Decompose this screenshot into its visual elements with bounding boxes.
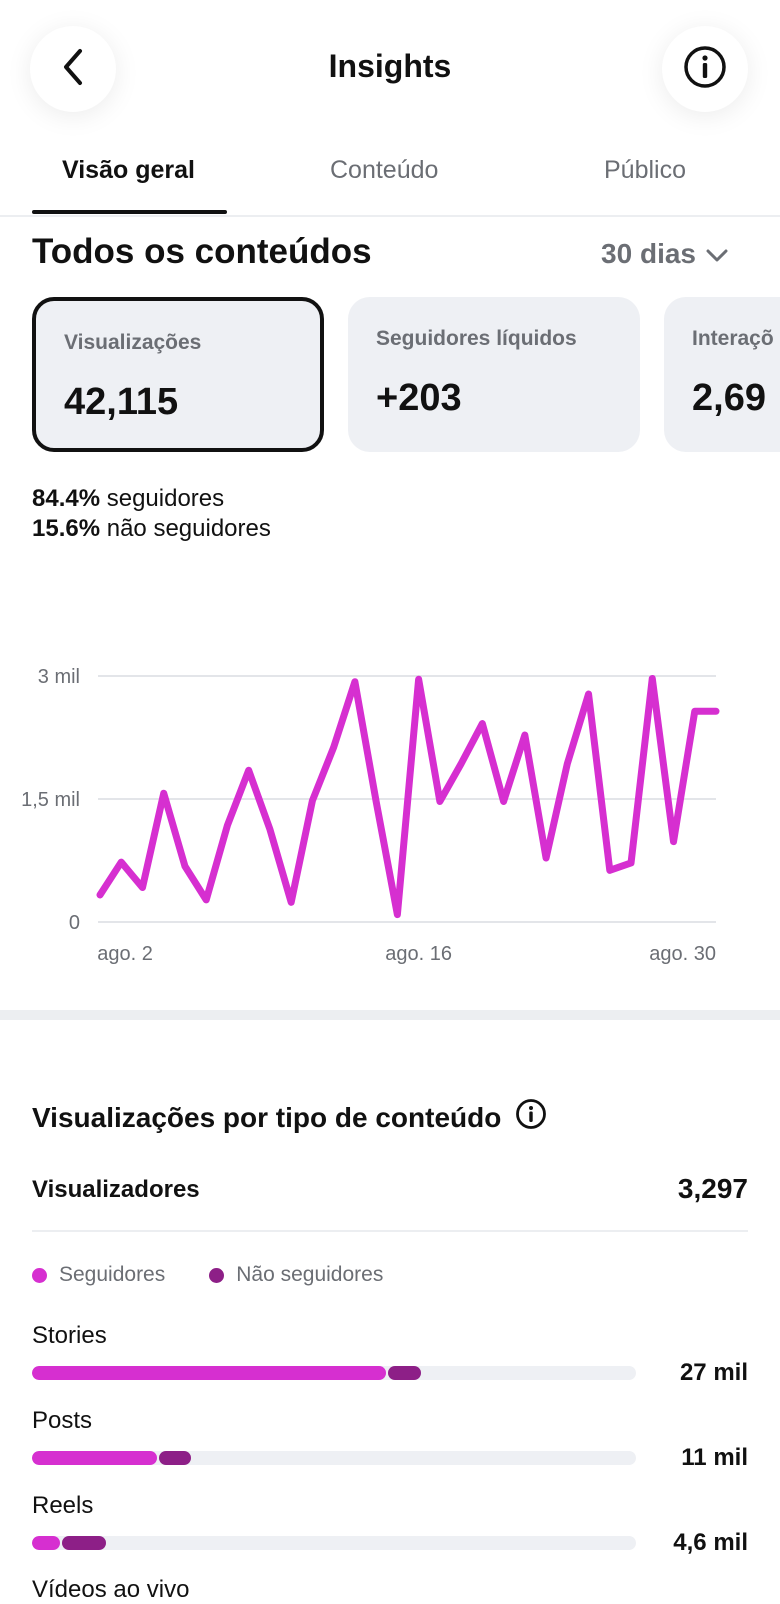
- followers-label: seguidores: [106, 485, 225, 512]
- metric-card-net-followers[interactable]: Seguidores líquidos +203: [348, 297, 640, 452]
- metric-value: 42,115: [64, 381, 179, 423]
- bar-value-stories: 27 mil: [679, 1359, 748, 1386]
- bar-track-stories: [32, 1366, 636, 1380]
- bar-segment-followers: [32, 1366, 387, 1380]
- legend-dot-followers: [32, 1267, 47, 1283]
- viewers-label: Visualizadores: [32, 1176, 200, 1203]
- metric-label: Seguidores líquidos: [376, 327, 577, 350]
- bar-segment-nonfollowers: [62, 1536, 107, 1550]
- metric-value: +203: [376, 377, 462, 419]
- breakdown-title: Visualizações por tipo de conteúdo: [32, 1098, 547, 1137]
- legend-dot-nonfollowers: [209, 1267, 225, 1283]
- metric-value: 2,69: [692, 377, 766, 419]
- followers-split: 84.4% seguidores: [32, 485, 224, 513]
- bar-track-reels: [32, 1536, 636, 1550]
- nonfollowers-label: não seguidores: [106, 515, 271, 542]
- nonfollowers-split: 15.6% não seguidores: [32, 515, 271, 543]
- bar-segment-nonfollowers: [158, 1451, 192, 1465]
- info-icon[interactable]: [515, 1098, 547, 1137]
- divider: [32, 1230, 748, 1232]
- y-tick-label: 1,5 mil: [21, 789, 80, 811]
- bar-label-reels: Reels: [32, 1492, 94, 1519]
- tab-visao-geral[interactable]: Visão geral: [62, 156, 195, 185]
- legend-label-followers: Seguidores: [59, 1263, 166, 1286]
- tabs-divider: [0, 215, 780, 217]
- bar-segment-followers: [32, 1536, 61, 1550]
- y-tick-label: 0: [69, 912, 80, 934]
- section-title: Todos os conteúdos: [32, 232, 372, 271]
- legend-label-nonfollowers: Não seguidores: [236, 1263, 384, 1286]
- x-tick-label: ago. 16: [385, 943, 452, 965]
- metric-label: Visualizações: [64, 331, 202, 354]
- metric-card-views[interactable]: Visualizações 42,115: [32, 297, 324, 452]
- y-tick-label: 3 mil: [38, 666, 80, 688]
- x-tick-label: ago. 2: [97, 943, 153, 965]
- x-tick-label: ago. 30: [649, 943, 716, 965]
- bar-track-posts: [32, 1451, 636, 1465]
- tab-publico[interactable]: Público: [604, 156, 686, 185]
- date-range-label: 30 dias: [601, 238, 696, 269]
- date-range-dropdown[interactable]: 30 dias: [601, 238, 728, 270]
- metric-card-interactions[interactable]: Interaçõ 2,69: [664, 297, 780, 452]
- nonfollowers-pct: 15.6%: [32, 515, 101, 542]
- bar-label-stories: Stories: [32, 1322, 107, 1349]
- metric-label: Interaçõ: [692, 327, 774, 350]
- info-button[interactable]: [662, 26, 748, 112]
- followers-pct: 84.4%: [32, 485, 101, 512]
- series-line: [96, 674, 720, 919]
- views-line-chart: 0 1,5 mil 3 mil ago. 2 ago. 16 ago. 30: [21, 666, 720, 965]
- breakdown-title-text: Visualizações por tipo de conteúdo: [32, 1101, 502, 1133]
- viewers-value: 3,297: [677, 1173, 748, 1204]
- bar-value-reels: 4,6 mil: [673, 1529, 748, 1556]
- chevron-down-icon: [706, 238, 728, 270]
- legend: Seguidores Não seguidores: [32, 1263, 383, 1287]
- active-tab-indicator: [32, 210, 227, 214]
- section-separator: [0, 1010, 780, 1020]
- bar-segment-followers: [32, 1451, 157, 1465]
- tab-conteudo[interactable]: Conteúdo: [330, 156, 438, 185]
- bar-label-posts: Posts: [32, 1407, 93, 1434]
- bar-value-posts: 11 mil: [681, 1444, 748, 1471]
- info-icon: [683, 45, 727, 94]
- bar-segment-nonfollowers: [388, 1366, 421, 1380]
